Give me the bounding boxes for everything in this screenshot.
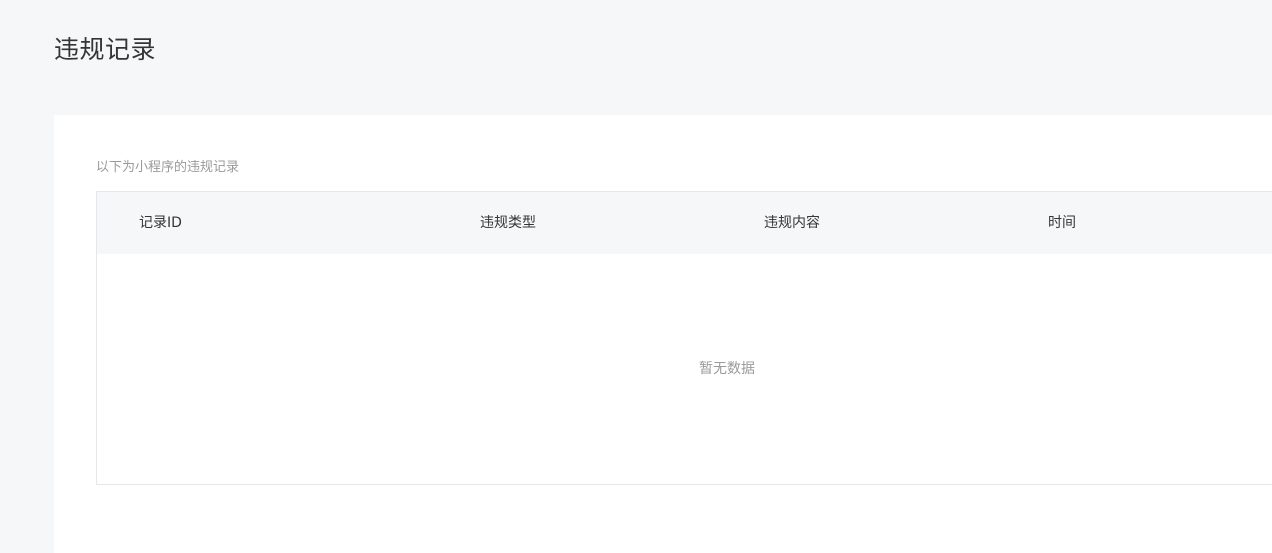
empty-state: 暂无数据 xyxy=(97,254,1272,484)
page-title: 违规记录 xyxy=(54,35,157,64)
panel-description: 以下为小程序的违规记录 xyxy=(96,160,240,175)
empty-state-text: 暂无数据 xyxy=(699,361,755,377)
column-header-violation-content: 违规内容 xyxy=(764,215,820,231)
column-header-time: 时间 xyxy=(1048,215,1076,231)
violation-records-table: 记录ID 违规类型 违规内容 时间 暂无数据 xyxy=(96,191,1272,485)
column-header-violation-type: 违规类型 xyxy=(480,215,536,231)
table-header: 记录ID 违规类型 违规内容 时间 xyxy=(97,192,1272,254)
column-header-record-id: 记录ID xyxy=(139,215,182,231)
violation-records-panel: 以下为小程序的违规记录 记录ID 违规类型 违规内容 时间 暂无数据 xyxy=(54,115,1272,553)
